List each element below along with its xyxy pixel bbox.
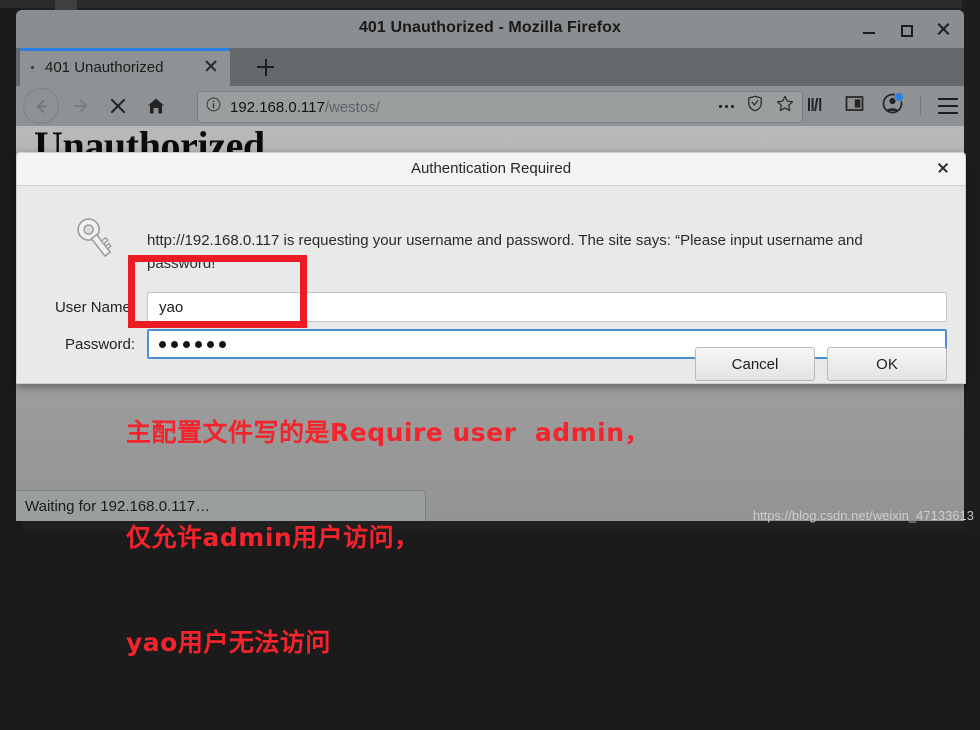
username-value: yao <box>159 298 184 316</box>
back-button[interactable] <box>23 88 59 124</box>
account-icon[interactable] <box>882 92 904 119</box>
url-host: 192.168.0.117 <box>230 98 325 116</box>
watermark: https://blog.csdn.net/weixin_47133613 <box>752 508 974 523</box>
arrow-right-icon <box>74 99 87 113</box>
stop-button[interactable] <box>107 92 135 120</box>
url-bar[interactable]: 192.168.0.117/westos/ <box>197 91 803 123</box>
annotation-line-1: 主配置文件写的是Require user admin， <box>126 418 651 447</box>
ok-button[interactable]: OK <box>827 347 947 381</box>
window-title-bar: 401 Unauthorized - Mozilla Firefox <box>16 10 964 48</box>
page-actions-icon[interactable] <box>719 104 734 108</box>
dialog-title-bar: Authentication Required <box>17 153 965 186</box>
window-title: 401 Unauthorized - Mozilla Firefox <box>358 19 622 36</box>
close-icon[interactable] <box>936 22 950 36</box>
dialog-message: http://192.168.0.117 is requesting your … <box>147 232 863 273</box>
desktop-accent <box>55 0 77 10</box>
library-icon[interactable] <box>805 94 827 119</box>
url-text: 192.168.0.117/westos/ <box>230 99 380 116</box>
star-icon[interactable] <box>776 95 794 117</box>
account-badge-dot <box>894 92 904 102</box>
info-icon[interactable] <box>206 97 221 117</box>
url-path: /westos/ <box>324 98 380 116</box>
navigation-toolbar: 192.168.0.117/westos/ <box>16 86 964 126</box>
annotation-line-2: 仅允许admin用户访问， <box>126 523 420 552</box>
home-icon <box>148 98 164 114</box>
toolbar-right-actions <box>805 86 958 126</box>
annotation-line-3: yao用户无法访问 <box>126 628 331 657</box>
minimize-icon[interactable] <box>862 22 876 36</box>
home-button[interactable] <box>145 92 173 120</box>
close-x-icon <box>110 98 126 114</box>
hamburger-menu-icon[interactable] <box>938 98 958 114</box>
arrow-left-icon <box>36 99 47 113</box>
url-bar-actions <box>719 92 794 120</box>
username-label: User Name: <box>54 298 135 316</box>
key-icon <box>70 214 122 269</box>
tab-401-unauthorized[interactable]: 401 Unauthorized <box>20 48 230 86</box>
maximize-icon[interactable] <box>899 22 913 37</box>
username-input[interactable]: yao <box>147 292 947 322</box>
username-row: User Name: yao <box>35 292 947 322</box>
annotation-text: 主配置文件写的是Require user admin， 仅允许admin用户访问… <box>126 345 650 730</box>
toolbar-separator <box>920 96 921 116</box>
tab-close-icon[interactable] <box>204 59 218 73</box>
desktop-top-strip <box>0 0 980 8</box>
new-tab-button[interactable] <box>244 48 286 86</box>
forward-button[interactable] <box>69 92 97 120</box>
dialog-close-icon[interactable] <box>936 161 950 175</box>
dialog-buttons: Cancel OK <box>695 347 947 381</box>
tab-strip: 401 Unauthorized <box>16 48 964 86</box>
tab-active-indicator <box>20 48 230 51</box>
screen: 401 Unauthorized - Mozilla Firefox 401 U… <box>0 0 980 657</box>
dialog-title: Authentication Required <box>410 160 572 177</box>
window-controls <box>862 10 950 48</box>
shield-icon[interactable] <box>747 95 763 117</box>
sidebar-icon[interactable] <box>844 94 865 118</box>
password-label: Password: <box>64 335 135 353</box>
tab-label: 401 Unauthorized <box>45 58 164 76</box>
tab-favicon <box>31 65 34 69</box>
cancel-button[interactable]: Cancel <box>695 347 815 381</box>
